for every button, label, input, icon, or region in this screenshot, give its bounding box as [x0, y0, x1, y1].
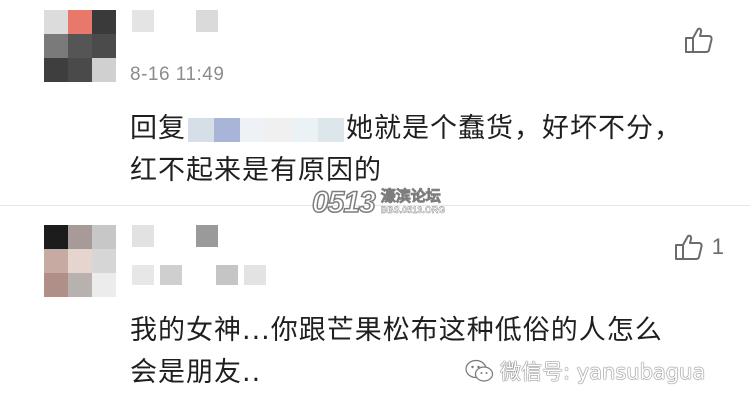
avatar-mosaic-tile [68, 58, 92, 82]
avatar-mosaic-tile [92, 10, 116, 34]
username-mosaic[interactable] [132, 225, 218, 247]
reply-mosaic-tile [240, 117, 266, 142]
reply-mosaic-tile [292, 117, 318, 142]
avatar-mosaic-tile [68, 34, 92, 58]
name-mosaic-tile [196, 10, 218, 32]
avatar-mosaic-tile [44, 58, 68, 82]
timestamp-mosaic-tile [160, 265, 182, 285]
avatar-mosaic-tile [92, 58, 116, 82]
wechat-watermark: 微信号: yansubagua [464, 356, 705, 386]
avatar-mosaic-tile [92, 249, 116, 273]
avatar-mosaic-tile [44, 34, 68, 58]
comment-timestamp: 8-16 11:49 [130, 64, 225, 85]
reply-mosaic-tile [214, 117, 240, 142]
comment-text: 回复 她就是个蠢货，好坏不分，红不起来是有原因的 [130, 108, 690, 192]
forum-name: 濠滨论坛 [380, 187, 441, 205]
timestamp-mosaic-tile [188, 265, 210, 285]
avatar-mosaic-tile [92, 34, 116, 58]
wechat-id-text: 微信号: yansubagua [500, 360, 706, 384]
avatar-mosaic-tile [44, 273, 68, 297]
reply-prefix: 回复 [130, 113, 186, 144]
like-button[interactable]: 1 [674, 233, 724, 261]
reply-mosaic-tile [266, 117, 292, 142]
avatar-mosaic-tile [68, 249, 92, 273]
name-mosaic-tile [196, 225, 218, 247]
avatar-mosaic-tile [44, 225, 68, 249]
avatar-mosaic-tile [44, 10, 68, 34]
name-mosaic-tile [164, 10, 186, 32]
reply-target-mosaic[interactable] [188, 117, 344, 142]
avatar[interactable] [44, 225, 116, 297]
name-mosaic-tile [132, 10, 154, 32]
avatar-mosaic-tile [68, 273, 92, 297]
name-mosaic-tile [164, 225, 186, 247]
avatar-mosaic-tile [92, 225, 116, 249]
comment-item: 8-16 11:49 回复 她就是个蠢货，好坏不分，红不起来是有原因的 [0, 0, 750, 205]
avatar-mosaic-tile [68, 225, 92, 249]
username-mosaic[interactable] [132, 10, 218, 32]
timestamp-mosaic-tile [216, 265, 238, 285]
avatar-mosaic-tile [44, 249, 68, 273]
reply-mosaic-tile [188, 117, 214, 142]
thumbs-up-icon [684, 26, 714, 54]
avatar-mosaic-tile [92, 273, 116, 297]
wechat-icon [464, 358, 494, 384]
avatar[interactable] [44, 10, 116, 82]
timestamp-mosaic [132, 265, 266, 285]
like-count: 1 [711, 234, 724, 259]
avatar-mosaic-tile [68, 10, 92, 34]
name-mosaic-tile [132, 225, 154, 247]
thumbs-up-icon [674, 233, 704, 261]
timestamp-mosaic-tile [244, 265, 266, 285]
reply-mosaic-tile [318, 117, 344, 142]
like-button[interactable] [684, 26, 722, 54]
timestamp-mosaic-tile [132, 265, 154, 285]
